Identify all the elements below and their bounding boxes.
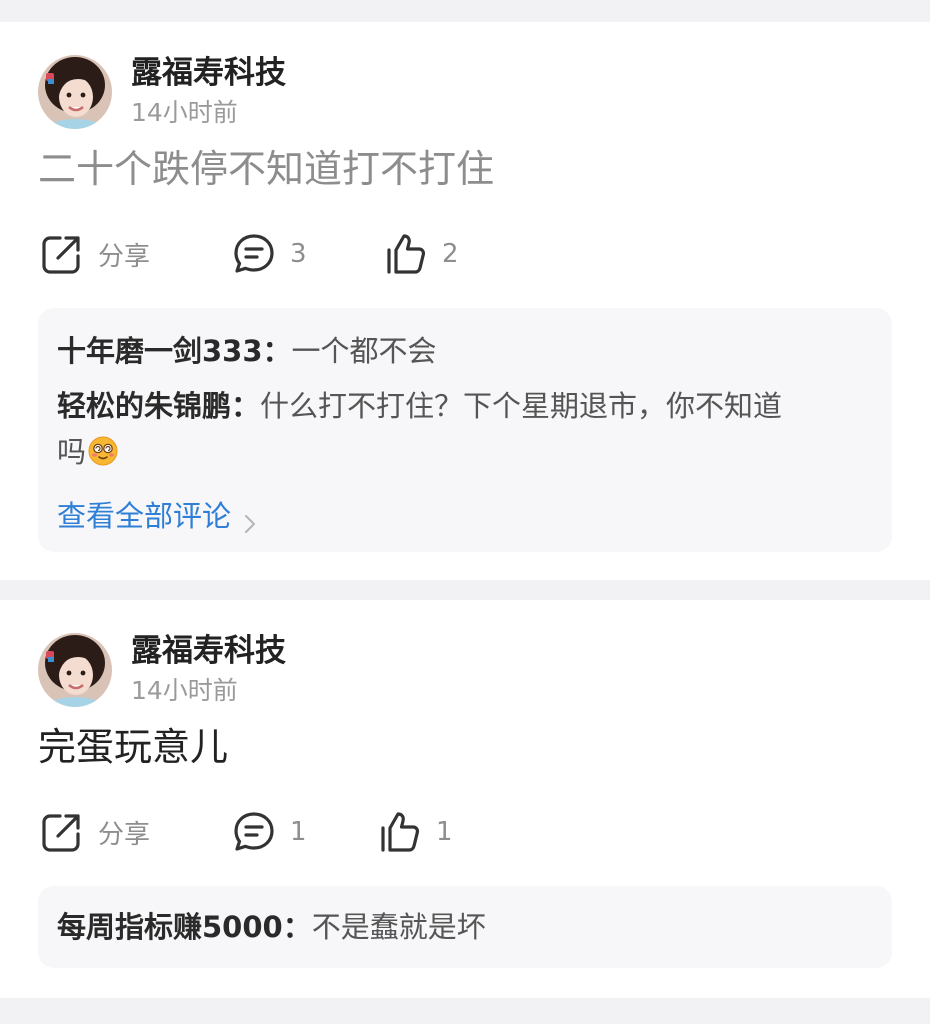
- comment-text: 什么打不打住？下个星期退市，你不知道: [260, 389, 783, 423]
- post-time: 14小时前: [131, 98, 238, 127]
- thumbs-up-icon: [384, 232, 428, 276]
- comment-icon: [232, 232, 276, 276]
- comment-item[interactable]: 十年磨一剑333：一个都不会: [57, 328, 872, 374]
- comment-button[interactable]: 1: [232, 808, 307, 856]
- user-meta: 露福寿科技 14小时前: [131, 633, 286, 707]
- post-text[interactable]: 二十个跌停不知道打不打住: [38, 146, 494, 192]
- avatar[interactable]: [38, 55, 112, 129]
- comment-text: 吗: [57, 435, 87, 469]
- view-all-comments-link[interactable]: 查看全部评论: [57, 496, 257, 536]
- post-actions: 分享 3 2: [40, 230, 520, 278]
- share-label: 分享: [98, 241, 151, 272]
- post-card: 露福寿科技 14小时前 完蛋玩意儿 分享 1 1 每周指标赚5000：不是蠢就是…: [0, 600, 930, 998]
- post-time: 14小时前: [131, 676, 238, 705]
- comment-item-continuation[interactable]: 吗: [57, 429, 872, 475]
- dizzy-face-emoji: [88, 433, 118, 466]
- bottom-divider: [0, 998, 930, 1024]
- comment-preview-box: 每周指标赚5000：不是蠢就是坏: [38, 886, 892, 968]
- thumbs-up-icon: [378, 810, 422, 854]
- comment-author[interactable]: 每周指标赚5000：: [57, 910, 312, 944]
- comment-preview-box: 十年磨一剑333：一个都不会 轻松的朱锦鹏：什么打不打住？下个星期退市，你不知道…: [38, 308, 892, 552]
- comment-button[interactable]: 3: [232, 230, 307, 278]
- comment-item[interactable]: 每周指标赚5000：不是蠢就是坏: [57, 904, 872, 950]
- username[interactable]: 露福寿科技: [131, 633, 286, 669]
- avatar[interactable]: [38, 633, 112, 707]
- comment-text: 一个都不会: [291, 334, 437, 368]
- like-button[interactable]: 1: [378, 808, 453, 856]
- share-icon: [40, 810, 84, 854]
- post-divider: [0, 580, 930, 600]
- post-header: 露福寿科技 14小时前: [38, 54, 286, 130]
- share-label: 分享: [98, 819, 151, 850]
- post-actions: 分享 1 1: [40, 808, 520, 856]
- post-card: 露福寿科技 14小时前 二十个跌停不知道打不打住 分享 3 2 十年磨一剑333…: [0, 22, 930, 580]
- like-count: 2: [442, 239, 459, 269]
- user-meta: 露福寿科技 14小时前: [131, 55, 286, 129]
- share-button[interactable]: 分享: [40, 808, 150, 856]
- share-button[interactable]: 分享: [40, 230, 150, 278]
- comment-count: 1: [290, 817, 307, 847]
- comment-author[interactable]: 十年磨一剑333：: [57, 334, 292, 368]
- post-header: 露福寿科技 14小时前: [38, 632, 286, 708]
- top-divider: [0, 0, 930, 22]
- chevron-right-icon: [243, 505, 257, 533]
- username[interactable]: 露福寿科技: [131, 55, 286, 91]
- comment-count: 3: [290, 239, 307, 269]
- like-count: 1: [436, 817, 453, 847]
- comment-icon: [232, 810, 276, 854]
- share-icon: [40, 232, 84, 276]
- view-all-label: 查看全部评论: [57, 499, 232, 533]
- like-button[interactable]: 2: [384, 230, 459, 278]
- comment-item[interactable]: 轻松的朱锦鹏：什么打不打住？下个星期退市，你不知道: [57, 383, 872, 429]
- comment-text: 不是蠢就是坏: [311, 910, 486, 944]
- comment-author[interactable]: 轻松的朱锦鹏：: [57, 389, 260, 423]
- post-text[interactable]: 完蛋玩意儿: [38, 724, 228, 770]
